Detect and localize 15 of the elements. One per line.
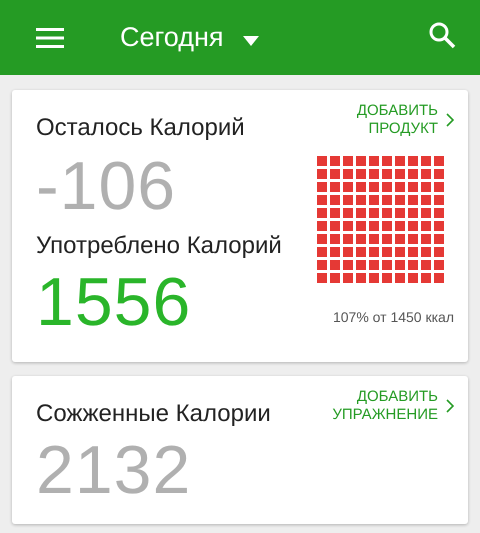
add-exercise-link[interactable]: ДОБАВИТЬ УПРАЖНЕНИЕ (332, 388, 454, 424)
chevron-right-icon[interactable] (446, 399, 454, 413)
menu-icon[interactable] (36, 28, 64, 48)
consumed-label: Употреблено Калорий (36, 232, 283, 260)
calorie-percent-caption: 107% от 1450 ккал (332, 309, 454, 325)
burned-value: 2132 (36, 436, 192, 504)
remaining-label: Осталось Калорий (36, 114, 246, 142)
remaining-value: -106 (36, 152, 178, 220)
burned-label: Сожженные Калории (36, 400, 272, 428)
search-icon[interactable] (428, 20, 456, 48)
date-title[interactable]: Сегодня (120, 22, 224, 53)
add-food-link[interactable]: ДОБАВИТЬ ПРОДУКТ (356, 102, 454, 138)
chevron-right-icon[interactable] (446, 113, 454, 127)
consumed-value: 1556 (36, 268, 192, 336)
dropdown-caret-icon[interactable] (243, 36, 260, 46)
